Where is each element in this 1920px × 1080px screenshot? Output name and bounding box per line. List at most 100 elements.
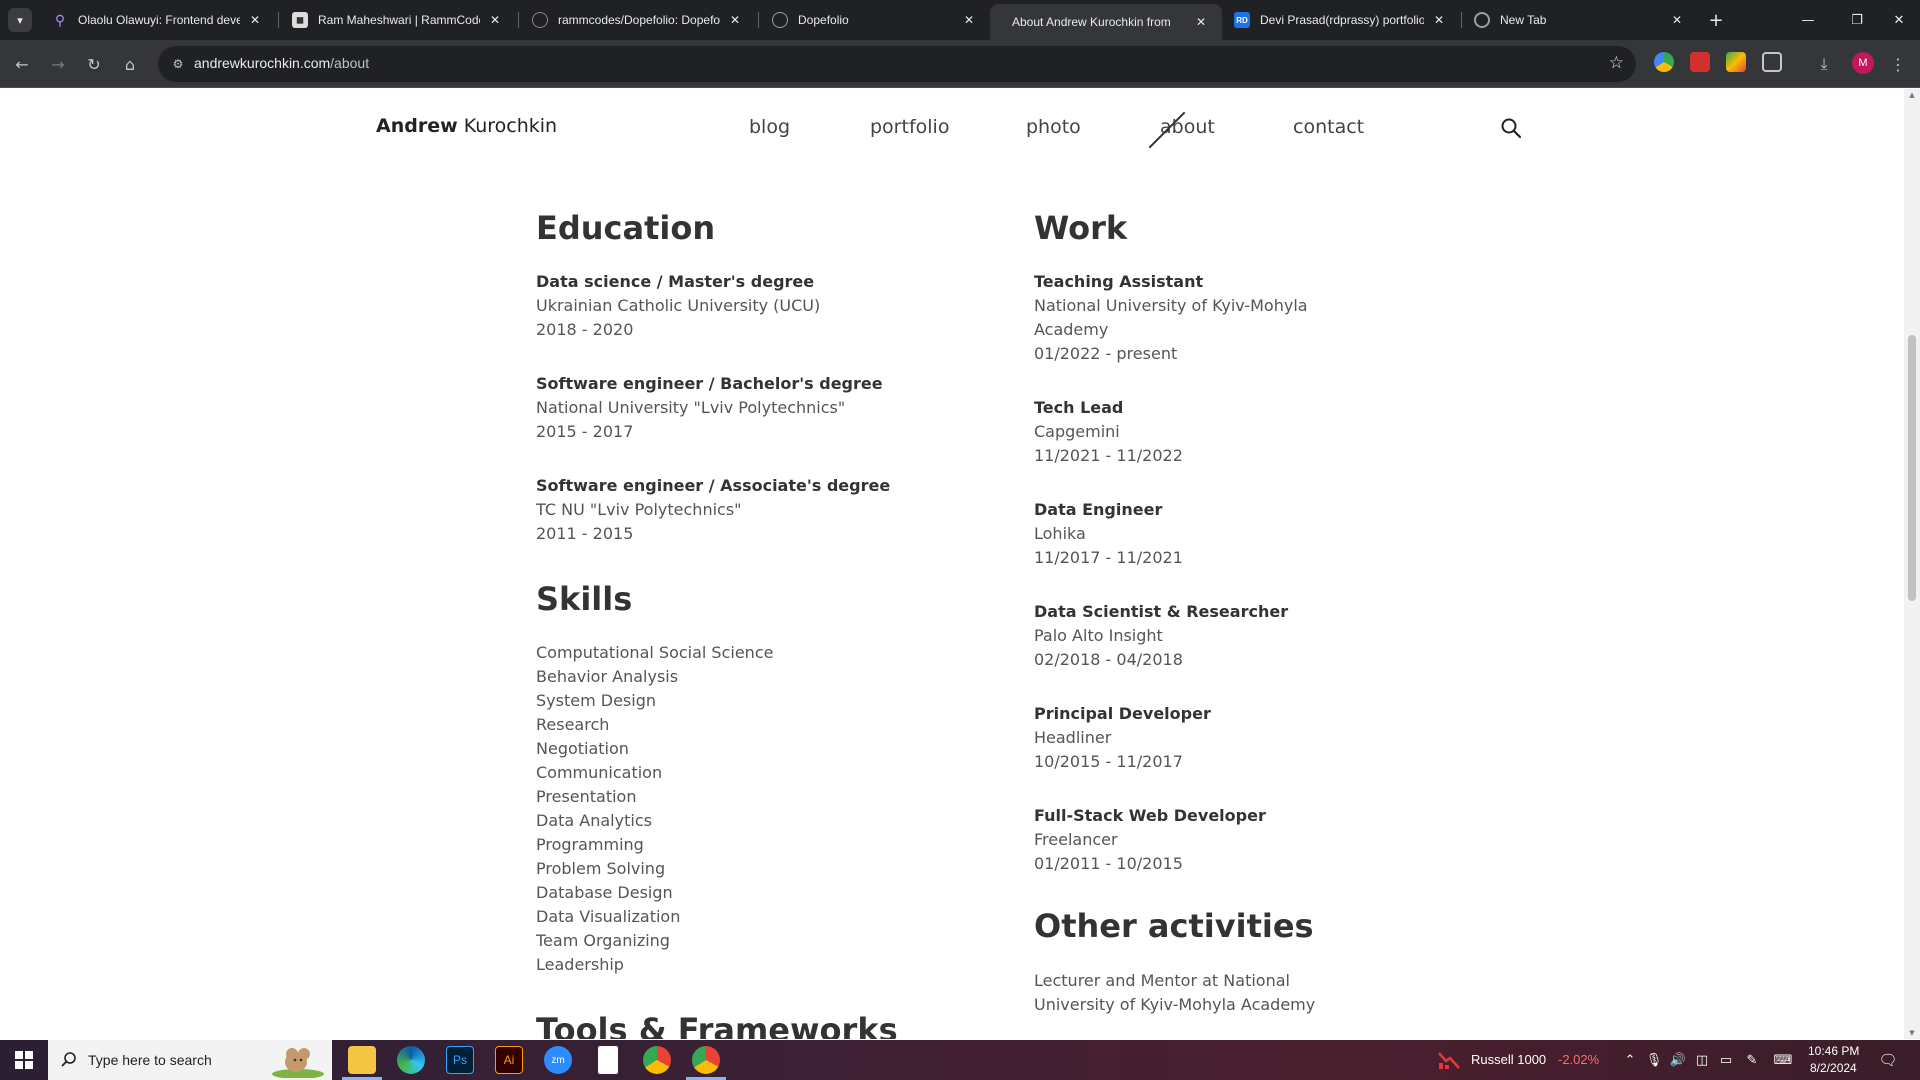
chevron-up-icon[interactable]: ⌃ xyxy=(1622,1052,1638,1068)
skill-item: Database Design xyxy=(536,883,673,902)
file-icon[interactable] xyxy=(598,1046,618,1074)
notification-icon[interactable]: 🗨 xyxy=(1878,1051,1897,1069)
illustrator-icon[interactable]: Ai xyxy=(495,1046,523,1074)
zoom-icon[interactable]: zm xyxy=(544,1046,572,1074)
speaker-icon[interactable]: 🔊 xyxy=(1670,1052,1686,1068)
close-icon[interactable]: ✕ xyxy=(960,11,978,29)
more-vert-icon: ⋮ xyxy=(1890,54,1906,74)
scroll-up-icon[interactable]: ▲ xyxy=(1908,91,1916,99)
chrome-profile-icon[interactable] xyxy=(692,1046,720,1074)
work-item: Data Engineer Lohika 11/2017 - 11/2021 xyxy=(1034,500,1183,567)
network-icon[interactable]: ▭ xyxy=(1718,1052,1734,1068)
reload-icon: ↻ xyxy=(87,54,101,74)
work-heading: Work xyxy=(1034,209,1128,247)
clock-time[interactable]: 10:46 PM xyxy=(1808,1044,1859,1058)
close-icon[interactable]: ✕ xyxy=(1430,11,1448,29)
tab-olaolu[interactable]: ⚲ Olaolu Olawuyi: Frontend deve ✕ xyxy=(40,4,276,36)
chevron-down-icon: ▾ xyxy=(17,13,23,27)
tab-separator xyxy=(278,12,279,28)
education-item: Software engineer / Associate's degree T… xyxy=(536,476,891,543)
close-icon[interactable]: ✕ xyxy=(1668,11,1686,29)
download-button[interactable]: ⤓ xyxy=(1810,50,1838,78)
tab-github[interactable]: rammcodes/Dopefolio: Dopefo ✕ xyxy=(520,4,756,36)
camera-icon[interactable]: ◫ xyxy=(1694,1052,1710,1068)
pen-icon[interactable]: ✎ xyxy=(1744,1052,1760,1068)
home-button[interactable]: ⌂ xyxy=(116,50,144,78)
restore-icon: ❐ xyxy=(1851,12,1863,28)
plus-icon: + xyxy=(1708,9,1724,31)
scroll-down-icon[interactable]: ▼ xyxy=(1908,1029,1916,1037)
tab-ram[interactable]: ◼ Ram Maheshwari | RammCode ✕ xyxy=(280,4,516,36)
skill-item: Research xyxy=(536,715,610,734)
scrollbar-thumb[interactable] xyxy=(1908,335,1916,601)
chrome-icon[interactable] xyxy=(643,1046,671,1074)
github-icon xyxy=(532,12,548,28)
taskbar-search[interactable]: Type here to search xyxy=(48,1040,332,1080)
ticker-name[interactable]: Russell 1000 xyxy=(1471,1052,1546,1067)
keyboard-icon[interactable]: ⌨ xyxy=(1772,1052,1794,1068)
new-tab-button[interactable]: + xyxy=(1704,8,1728,32)
nav-contact[interactable]: contact xyxy=(1293,116,1364,138)
stock-down-icon[interactable] xyxy=(1438,1050,1460,1070)
edge-icon[interactable] xyxy=(397,1046,425,1074)
photoshop-icon[interactable]: Ps xyxy=(446,1046,474,1074)
work-item: Data Scientist & Researcher Palo Alto In… xyxy=(1034,602,1289,669)
microphone-icon[interactable]: 🎙 xyxy=(1646,1052,1663,1068)
restore-button[interactable]: ❐ xyxy=(1836,0,1878,40)
work-item: Tech Lead Capgemini 11/2021 - 11/2022 xyxy=(1034,398,1183,465)
skills-heading: Skills xyxy=(536,580,633,618)
tab-separator xyxy=(518,12,519,28)
site-info-icon[interactable]: ⚙ xyxy=(168,54,188,74)
clock-date[interactable]: 8/2/2024 xyxy=(1810,1061,1857,1075)
close-icon[interactable]: ✕ xyxy=(726,11,744,29)
extension-icon[interactable] xyxy=(1654,52,1674,72)
chrome-icon xyxy=(1474,12,1490,28)
start-button[interactable] xyxy=(0,1040,48,1080)
skill-item: Communication xyxy=(536,763,663,782)
skill-item: Problem Solving xyxy=(536,859,666,878)
pin-icon: ⚲ xyxy=(54,11,66,28)
tab-newtab[interactable]: New Tab ✕ xyxy=(1462,4,1698,36)
close-icon[interactable]: ✕ xyxy=(486,11,504,29)
tab-devi[interactable]: RD Devi Prasad(rdprassy) portfolio ✕ xyxy=(1222,4,1460,36)
work-item: Teaching Assistant National University o… xyxy=(1034,272,1308,363)
forward-button[interactable]: → xyxy=(44,50,72,78)
nav-blog[interactable]: blog xyxy=(749,116,790,138)
reload-button[interactable]: ↻ xyxy=(80,50,108,78)
close-icon[interactable]: ✕ xyxy=(1192,13,1210,31)
skill-item: Data Analytics xyxy=(536,811,652,830)
extension-pdf-icon[interactable] xyxy=(1690,52,1710,72)
close-window-button[interactable]: ✕ xyxy=(1878,0,1920,40)
skill-item: System Design xyxy=(536,691,656,710)
rd-icon: RD xyxy=(1234,12,1250,28)
tab-dopefolio[interactable]: Dopefolio ✕ xyxy=(760,4,990,36)
address-bar[interactable]: ⚙ andrewkurochkin.com/about ☆ xyxy=(158,46,1636,82)
bookmark-star-icon[interactable]: ☆ xyxy=(1609,53,1624,73)
arrow-right-icon: → xyxy=(51,54,65,74)
url-text[interactable]: andrewkurochkin.com/about xyxy=(194,55,369,71)
file-explorer-icon[interactable] xyxy=(348,1046,376,1074)
search-icon[interactable] xyxy=(1500,117,1522,139)
browser-menu-button[interactable]: ⋮ xyxy=(1884,50,1912,78)
close-icon: ✕ xyxy=(1893,12,1905,28)
extension-drive-icon[interactable] xyxy=(1726,52,1746,72)
other-activity-item: Lecturer and Mentor at National Universi… xyxy=(1034,971,1316,1014)
skill-item: Team Organizing xyxy=(536,931,670,950)
extensions-puzzle-icon[interactable] xyxy=(1762,52,1782,72)
back-button[interactable]: ← xyxy=(8,50,36,78)
tab-search-button[interactable]: ▾ xyxy=(8,8,32,32)
close-icon[interactable]: ✕ xyxy=(246,11,264,29)
search-highlight-illustration xyxy=(272,1048,324,1078)
download-icon: ⤓ xyxy=(1820,54,1828,73)
ticker-change[interactable]: -2.02% xyxy=(1558,1052,1599,1067)
profile-avatar[interactable]: M xyxy=(1852,52,1874,74)
nav-portfolio[interactable]: portfolio xyxy=(870,116,949,138)
arrow-left-icon: ← xyxy=(15,54,29,74)
web-page: Andrew Kurochkin blog portfolio photo ab… xyxy=(0,89,1904,1039)
site-brand[interactable]: Andrew Kurochkin xyxy=(376,115,557,137)
page-scrollbar[interactable]: ▲ ▼ xyxy=(1904,89,1920,1039)
tab-about-active[interactable]: About Andrew Kurochkin from ✕ xyxy=(990,4,1222,40)
education-heading: Education xyxy=(536,209,716,247)
nav-photo[interactable]: photo xyxy=(1026,116,1081,138)
minimize-button[interactable]: — xyxy=(1780,0,1836,40)
